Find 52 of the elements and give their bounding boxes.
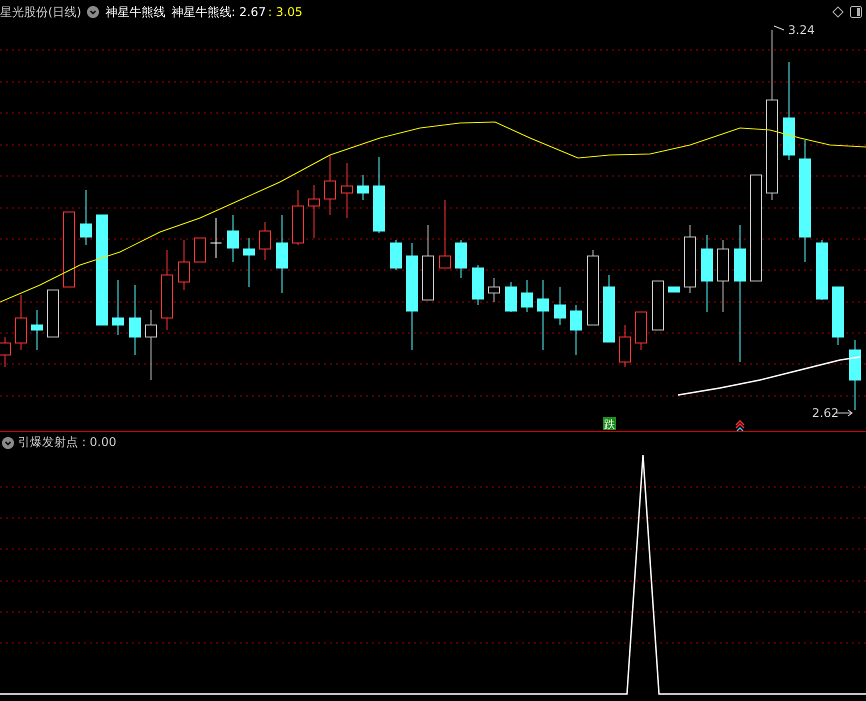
panel-title: 引爆发射点 : 0.00 [18,434,116,451]
candlestick [227,214,239,262]
low-price-label: 2.62 [812,406,839,420]
chevron-icon[interactable] [87,6,100,18]
candlestick [488,278,500,302]
candlestick [635,312,647,350]
chevron-icon[interactable] [2,436,14,448]
arrow-up-icon [735,420,745,431]
candlestick [652,280,664,330]
leader-line [836,410,853,416]
stock-title: 星光股份(日线) [0,4,82,20]
candlestick [80,190,92,246]
candlestick [15,294,27,350]
panel-toggle-icon[interactable] [850,6,862,18]
candlestick [194,238,206,262]
candlestick [570,304,582,356]
candlestick [324,154,336,216]
candlestick [31,310,43,350]
candlestick [816,240,828,300]
candlestick [455,240,467,278]
indicator-reading: 神星牛熊线: 2.67 [171,4,266,20]
candlestick [849,340,861,410]
candlestick [292,190,304,246]
candlestick [668,286,680,292]
candlestick [145,310,157,380]
candlestick [521,280,533,312]
candlestick [357,174,369,200]
candlestick [178,240,190,290]
candlestick [505,282,517,312]
candlestick [684,224,696,294]
candlestick [210,218,222,258]
candlestick [259,222,271,260]
candlestick [537,280,549,350]
candlestick [243,238,255,288]
candlestick [341,162,353,218]
candlestick [112,280,124,336]
candlestick [439,200,451,268]
high-price-label: 3.24 [788,24,815,37]
leader-line [774,26,784,30]
indicator-reading: : 3.05 [268,5,303,19]
candlestick [554,286,566,326]
candlestick [308,184,320,238]
diamond-icon[interactable] [832,6,844,18]
candlestick [390,240,402,270]
candlestick [47,290,59,338]
signal-badge: 跌 [603,417,616,431]
candlestick [603,274,615,342]
candlestick [619,324,631,368]
candlestick [472,264,484,306]
indicator-name: 神星牛熊线 [105,4,166,20]
candlestick [129,284,141,356]
candlestick [832,286,844,346]
